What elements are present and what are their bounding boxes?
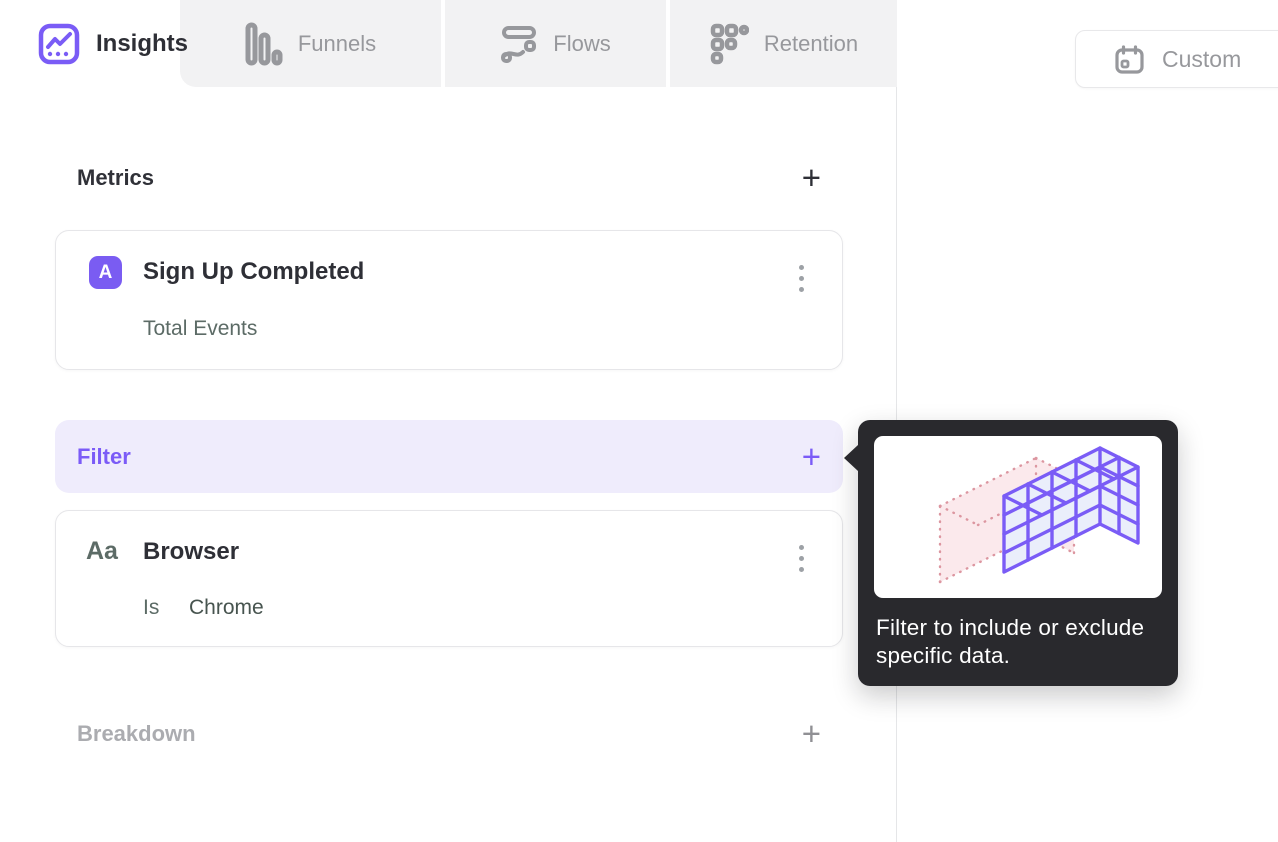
add-breakdown-button[interactable]: + — [802, 717, 821, 750]
flows-icon — [500, 25, 538, 63]
filter-cube-illustration — [874, 436, 1162, 598]
tab-funnels[interactable]: Funnels — [180, 0, 441, 87]
filter-value[interactable]: Chrome — [189, 596, 264, 620]
breakdown-section-header: Breakdown + — [55, 717, 843, 750]
string-property-icon: Aa — [86, 537, 118, 565]
custom-button-label: Custom — [1162, 45, 1242, 72]
metrics-title: Metrics — [77, 165, 155, 190]
breakdown-title: Breakdown — [77, 721, 196, 746]
tab-flows[interactable]: Flows — [445, 0, 666, 87]
metric-letter-badge: A — [89, 256, 122, 289]
filter-tooltip: Filter to include or exclude specific da… — [844, 420, 1178, 686]
tab-label: Retention — [763, 30, 859, 56]
tab-label: Flows — [553, 30, 611, 56]
metric-kebab-menu-icon[interactable] — [795, 261, 808, 296]
inactive-tab-group: Funnels Flows Retention — [180, 0, 897, 87]
tab-label: Funnels — [297, 30, 377, 56]
report-type-tabbar: Funnels Flows Retention Insights — [0, 0, 897, 87]
funnels-icon — [245, 22, 283, 66]
filter-operator[interactable]: Is — [143, 596, 159, 620]
metrics-section-header: Metrics + — [55, 161, 843, 194]
metric-measurement[interactable]: Total Events — [143, 317, 257, 341]
filter-kebab-menu-icon[interactable] — [795, 541, 808, 576]
filter-title: Filter — [77, 443, 131, 469]
tab-label: Insights — [96, 29, 189, 57]
filter-property-name[interactable]: Browser — [143, 538, 239, 566]
tab-insights[interactable]: Insights — [0, 0, 188, 87]
query-builder-panel: Funnels Flows Retention Insights Metrics… — [0, 0, 897, 842]
retention-icon — [709, 23, 749, 65]
date-range-custom-button[interactable]: Custom — [1075, 30, 1278, 88]
add-metric-button[interactable]: + — [802, 161, 821, 194]
insights-icon — [38, 23, 80, 65]
add-filter-button[interactable]: + — [802, 440, 821, 473]
metric-name[interactable]: Sign Up Completed — [143, 258, 364, 286]
filter-section-header: Filter + — [55, 420, 843, 493]
tab-retention[interactable]: Retention — [670, 0, 897, 87]
tooltip-arrow — [844, 445, 858, 471]
filter-card[interactable]: Aa Browser Is Chrome — [55, 510, 843, 647]
tooltip-caption: Filter to include or exclude specific da… — [876, 615, 1145, 668]
calendar-icon — [1114, 44, 1145, 75]
metric-card[interactable]: A Sign Up Completed Total Events — [55, 230, 843, 370]
